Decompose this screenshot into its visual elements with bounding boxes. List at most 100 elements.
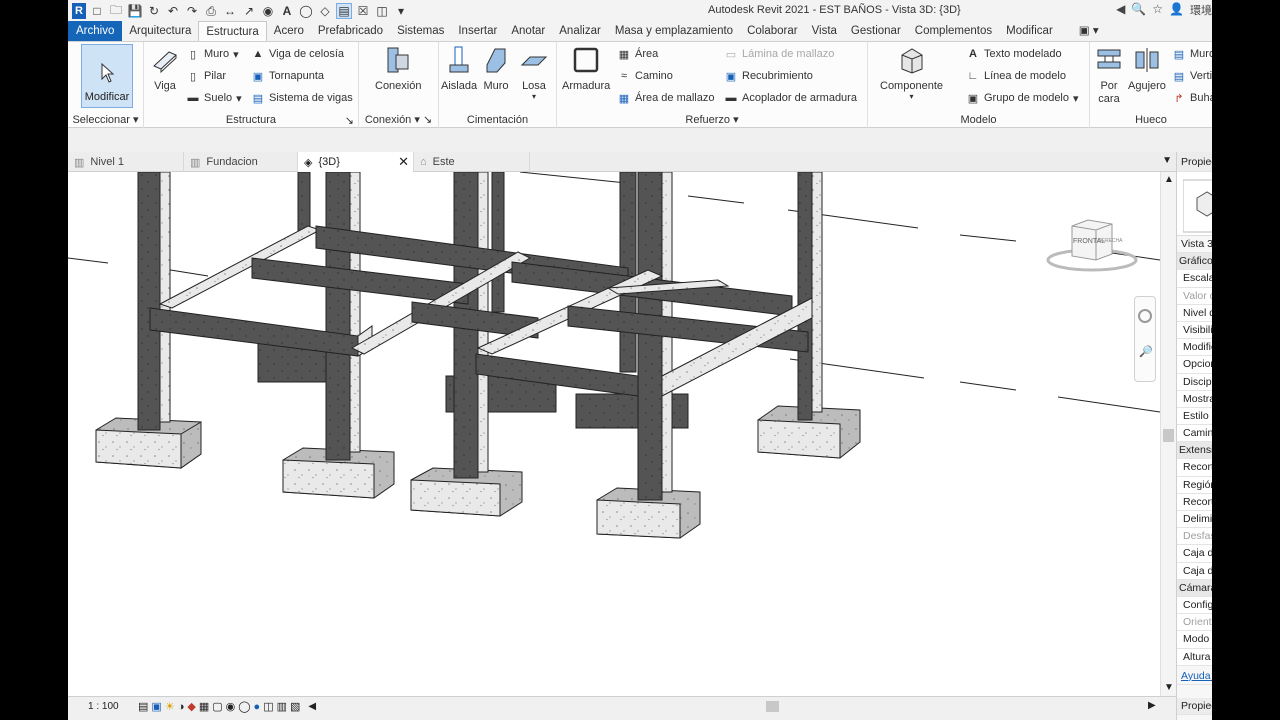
- text-icon[interactable]: A: [279, 3, 295, 19]
- area-rebar-button[interactable]: ▦ Área: [617, 45, 658, 63]
- print-icon[interactable]: ⎙: [203, 3, 219, 19]
- properties-help-link[interactable]: Ayuda de propiedades: [1177, 667, 1212, 685]
- tab-acero[interactable]: Acero: [267, 21, 311, 41]
- customize-qa-icon[interactable]: ▾: [393, 3, 409, 19]
- model-line-button[interactable]: ∟ Línea de modelo: [966, 67, 1066, 85]
- property-row[interactable]: Orientación bloqueada: [1177, 614, 1212, 632]
- binoculars-icon[interactable]: 🔍: [1131, 2, 1146, 18]
- property-row[interactable]: Modo de proyección: [1177, 631, 1212, 649]
- component-button[interactable]: Componente ▾: [880, 44, 943, 101]
- scroll-left-icon[interactable]: ◀: [308, 701, 316, 712]
- star-icon[interactable]: ☆: [1152, 2, 1163, 18]
- tab-sistemas[interactable]: Sistemas: [390, 21, 451, 41]
- property-row[interactable]: Camino solar: [1177, 425, 1212, 443]
- tab-masa[interactable]: Masa y emplazamiento: [608, 21, 740, 41]
- steering-wheel-icon[interactable]: [1138, 309, 1152, 323]
- crop-view-icon[interactable]: ▦: [199, 700, 209, 713]
- 3d-view-canvas[interactable]: FRONTAL DERECHA 🔎: [68, 172, 1160, 696]
- property-row[interactable]: Configuración de renderizado: [1177, 596, 1212, 615]
- property-row[interactable]: Modificaciones de visibilidad: [1177, 339, 1212, 357]
- modify-button[interactable]: Modificar: [81, 44, 133, 108]
- beam-system-button[interactable]: ▤ Sistema de vigas: [251, 89, 353, 107]
- property-section[interactable]: Extensiones: [1177, 442, 1212, 460]
- viewcube-right-label[interactable]: DERECHA: [1098, 238, 1122, 244]
- tab-prefabricado[interactable]: Prefabricado: [311, 21, 390, 41]
- property-row[interactable]: Valor de escala: [1177, 287, 1212, 305]
- folder-icon[interactable]: 🗀: [108, 3, 124, 19]
- property-section[interactable]: Cámara: [1177, 579, 1212, 597]
- scale-indicator[interactable]: 1 : 100: [88, 701, 136, 712]
- unlock-3d-icon[interactable]: ◉: [226, 700, 236, 713]
- property-row[interactable]: Altura de ojo: [1177, 648, 1212, 666]
- dormer-button[interactable]: ↱Buhardilla: [1172, 89, 1212, 107]
- tab-anotar[interactable]: Anotar: [504, 21, 552, 41]
- undo-icon[interactable]: ↶: [165, 3, 181, 19]
- scroll-thumb[interactable]: [1163, 429, 1174, 442]
- property-row[interactable]: Nivel de detalle: [1177, 304, 1212, 322]
- view-tab-este[interactable]: ⌂ Este: [414, 152, 530, 172]
- view-tab-fundacion[interactable]: ▥ Fundacion: [184, 152, 298, 172]
- close-hidden-icon[interactable]: ☒: [355, 3, 371, 19]
- fabric-sheet-button[interactable]: ▭ Lámina de mallazo: [724, 45, 835, 63]
- wall-foundation-button[interactable]: Muro: [481, 44, 511, 92]
- property-row[interactable]: Recortar anotación: [1177, 493, 1212, 511]
- view-tab-nivel-1[interactable]: ▥ Nivel 1: [68, 152, 184, 172]
- isolated-foundation-button[interactable]: Aislada: [441, 44, 477, 92]
- ribbon-options-icon[interactable]: ▣ ▾: [1072, 21, 1106, 41]
- vertical-scrollbar[interactable]: ▲ ▼: [1160, 172, 1176, 696]
- user-icon[interactable]: 👤: [1169, 2, 1184, 18]
- switch-windows-icon[interactable]: ◫: [374, 3, 390, 19]
- section-icon[interactable]: ◇: [317, 3, 333, 19]
- redo-icon[interactable]: ↷: [184, 3, 200, 19]
- visual-style-icon[interactable]: ▣: [151, 700, 161, 713]
- rebar-button[interactable]: Armadura: [562, 44, 610, 92]
- type-selector[interactable]: [1177, 172, 1212, 236]
- worksharing-icon[interactable]: ◫: [263, 700, 273, 713]
- render-icon[interactable]: ◆: [187, 700, 195, 713]
- property-row[interactable]: Caja de referencia: [1177, 562, 1212, 580]
- tab-modificar[interactable]: Modificar: [999, 21, 1060, 41]
- tab-menu-icon[interactable]: ▼: [1162, 155, 1172, 166]
- fabric-area-button[interactable]: ▦ Área de mallazo: [617, 89, 715, 107]
- property-row[interactable]: Región de recorte visible: [1177, 476, 1212, 494]
- property-row[interactable]: Opciones de visualización: [1177, 356, 1212, 374]
- reveal-hidden-icon[interactable]: ●: [254, 701, 261, 713]
- save-icon[interactable]: 💾: [127, 3, 143, 19]
- shadows-icon[interactable]: ◑: [178, 701, 185, 713]
- model-group-button[interactable]: ▣ Grupo de modelo ▾: [966, 89, 1079, 107]
- rebar-coupler-button[interactable]: ▬ Acoplador de armadura: [724, 89, 857, 107]
- temporary-hide-icon[interactable]: ◯: [238, 700, 250, 713]
- beam-button[interactable]: Viga: [150, 44, 180, 92]
- property-section[interactable]: Gráficos: [1177, 253, 1212, 271]
- panel-title-conexion[interactable]: Conexión ▾ ↘: [359, 113, 438, 126]
- panel-title-seleccionar[interactable]: Seleccionar ▾: [68, 113, 143, 126]
- thin-lines-icon[interactable]: ▤: [336, 3, 352, 19]
- connection-button[interactable]: Conexión: [375, 44, 421, 92]
- crop-region-icon[interactable]: ▢: [212, 700, 222, 713]
- user-label[interactable]: 環境: [1190, 2, 1212, 18]
- tab-vista[interactable]: Vista: [805, 21, 844, 41]
- horizontal-scroll-thumb[interactable]: [766, 701, 779, 712]
- floor-button[interactable]: ▬ Suelo ▾: [186, 89, 242, 107]
- wall-button[interactable]: ▯ Muro ▾: [186, 45, 239, 63]
- zoom-icon[interactable]: 🔎: [1139, 345, 1153, 358]
- property-row[interactable]: Estilo de visualización: [1177, 407, 1212, 426]
- brace-button[interactable]: ▣ Tornapunta: [251, 67, 324, 85]
- scroll-up-icon[interactable]: ▲: [1164, 174, 1174, 185]
- tab-gestionar[interactable]: Gestionar: [844, 21, 908, 41]
- view-type-selector[interactable]: Vista 3D: [1177, 236, 1212, 254]
- revit-logo-icon[interactable]: R: [72, 3, 86, 19]
- viewcube[interactable]: FRONTAL DERECHA: [1046, 212, 1142, 276]
- tab-arquitectura[interactable]: Arquitectura: [122, 21, 198, 41]
- search-back-icon[interactable]: ◀: [1116, 2, 1125, 18]
- property-row[interactable]: Caja de sección: [1177, 545, 1212, 563]
- close-icon[interactable]: ✕: [398, 154, 409, 170]
- slab-button[interactable]: Losa ▾: [519, 44, 549, 101]
- property-row[interactable]: Mostrar líneas ocultas: [1177, 390, 1212, 408]
- tab-archivo[interactable]: Archivo: [68, 21, 123, 41]
- highlight-displacement-icon[interactable]: ▧: [290, 700, 300, 713]
- view-tab-3d[interactable]: ◈ {3D} ✕: [298, 152, 414, 172]
- by-face-button[interactable]: Por cara: [1094, 44, 1124, 106]
- tab-complementos[interactable]: Complementos: [908, 21, 999, 41]
- panel-title-refuerzo[interactable]: Refuerzo ▾: [557, 113, 867, 126]
